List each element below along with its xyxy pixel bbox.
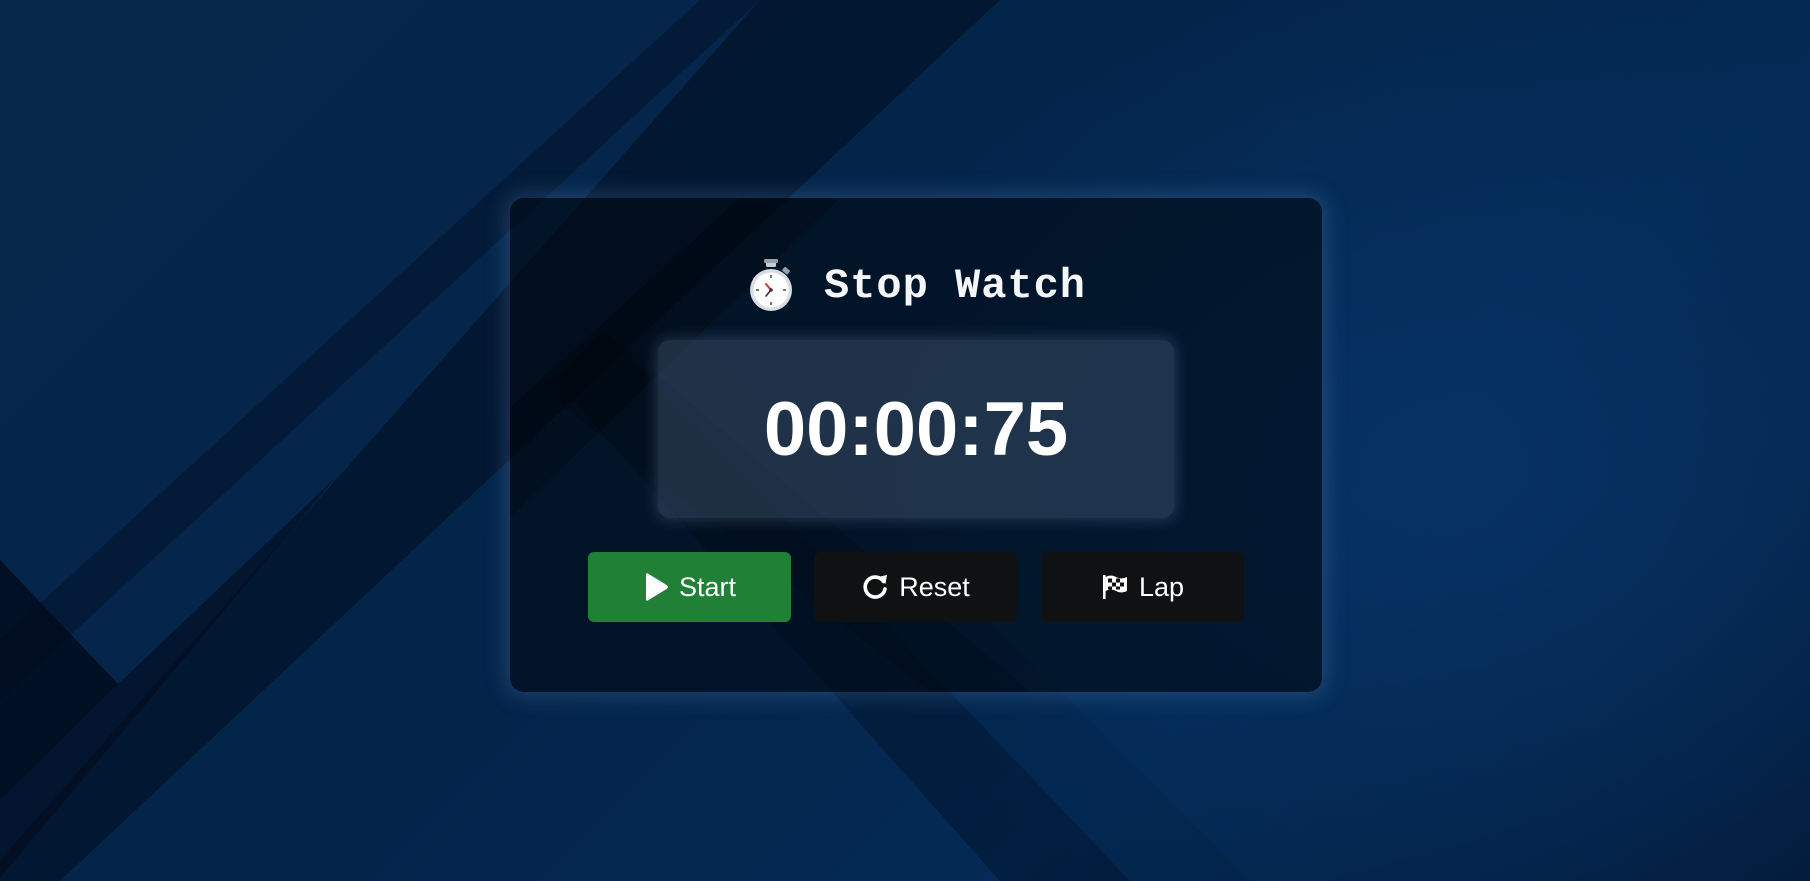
stopwatch-card: Stop Watch 00:00:75 Start Reset Lap bbox=[510, 198, 1322, 692]
checkered-flag-icon bbox=[1101, 573, 1129, 601]
title-row: Stop Watch bbox=[510, 256, 1322, 316]
app-title: Stop Watch bbox=[823, 262, 1087, 310]
reset-button[interactable]: Reset bbox=[814, 552, 1017, 622]
time-display: 00:00:75 bbox=[658, 340, 1174, 518]
reset-icon bbox=[861, 573, 889, 601]
stopwatch-icon bbox=[746, 259, 796, 313]
lap-button[interactable]: Lap bbox=[1041, 552, 1244, 622]
elapsed-time: 00:00:75 bbox=[763, 386, 1069, 472]
lap-button-label: Lap bbox=[1138, 571, 1185, 602]
reset-button-label: Reset bbox=[899, 571, 970, 602]
start-button[interactable]: Start bbox=[588, 552, 791, 622]
start-button-label: Start bbox=[678, 571, 737, 602]
play-icon bbox=[643, 572, 669, 602]
